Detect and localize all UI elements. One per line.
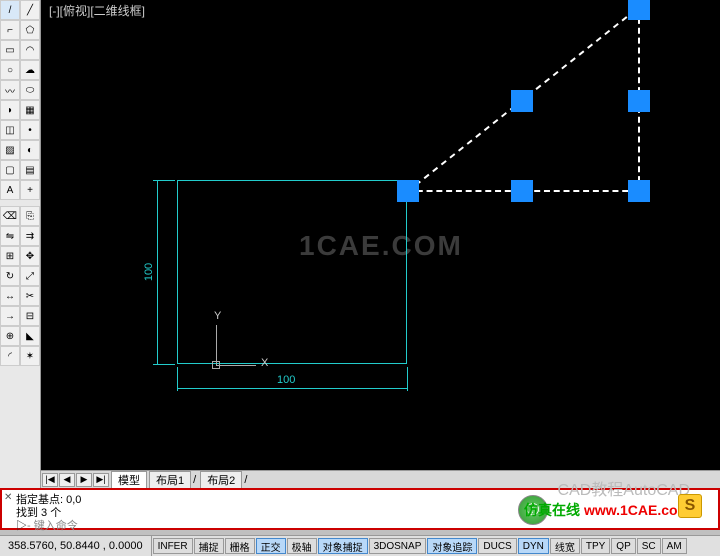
status-toggle-捕捉[interactable]: 捕捉 xyxy=(194,538,224,554)
tab-layout2[interactable]: 布局2 xyxy=(200,471,242,489)
dim-text-h[interactable]: 100 xyxy=(277,374,295,386)
dim-line-h[interactable] xyxy=(177,388,408,389)
spline-tool[interactable]: 〰 xyxy=(0,80,20,100)
grip-midpoint[interactable] xyxy=(511,180,533,202)
grip-vertex[interactable] xyxy=(628,180,650,202)
status-toggle-am[interactable]: AM xyxy=(662,538,687,554)
status-toggle-3dosnap[interactable]: 3DOSNAP xyxy=(369,538,427,554)
grip-vertex[interactable] xyxy=(397,180,419,202)
array-tool[interactable]: ⊞ xyxy=(0,246,20,266)
insert-tool[interactable]: ▦ xyxy=(20,100,40,120)
gradient-tool[interactable]: ◐ xyxy=(20,140,40,160)
tab-prev-icon[interactable]: ◀ xyxy=(59,473,75,487)
status-toggle-线宽[interactable]: 线宽 xyxy=(550,538,580,554)
ucs-y-label: Y xyxy=(214,310,221,322)
block-tool[interactable]: ◫ xyxy=(0,120,20,140)
mirror-tool[interactable]: ⇋ xyxy=(0,226,20,246)
tab-layout1[interactable]: 布局1 xyxy=(149,471,191,489)
status-bar: 358.5760, 50.8440 , 0.0000 INFER捕捉栅格正交极轴… xyxy=(0,535,720,556)
grip-midpoint[interactable] xyxy=(511,90,533,112)
layout-tab-bar: |◀ ◀ ▶ ▶| 模型 布局1 / 布局2 / xyxy=(41,470,720,488)
addselect-tool[interactable]: + xyxy=(20,180,40,200)
join-tool[interactable]: ⊕ xyxy=(0,326,20,346)
extend-tool[interactable]: → xyxy=(0,306,20,326)
hatch-tool[interactable]: ▨ xyxy=(0,140,20,160)
stretch-tool[interactable]: ↔ xyxy=(0,286,20,306)
grip-vertex[interactable] xyxy=(628,0,650,20)
status-toggle-栅格[interactable]: 栅格 xyxy=(225,538,255,554)
status-toggle-对象追踪[interactable]: 对象追踪 xyxy=(427,538,477,554)
dim-text-v[interactable]: 100 xyxy=(143,263,155,281)
explode-tool[interactable]: ✶ xyxy=(20,346,40,366)
tab-last-icon[interactable]: ▶| xyxy=(93,473,109,487)
status-toggle-sc[interactable]: SC xyxy=(637,538,661,554)
erase-tool[interactable]: ⌫ xyxy=(0,206,20,226)
rotate-tool[interactable]: ↻ xyxy=(0,266,20,286)
rectangle-entity[interactable] xyxy=(177,180,407,364)
region-tool[interactable]: ▢ xyxy=(0,160,20,180)
draw-toolbar: /╱ ⌐⬠ ▭◠ ○☁ 〰⬭ ◗▦ ◫• ▨◐ ▢▤ A+ ⌫⎘ ⇋⇉ ⊞✥ ↻… xyxy=(0,0,41,488)
ellipse-arc-tool[interactable]: ◗ xyxy=(0,100,20,120)
grip-midpoint[interactable] xyxy=(628,90,650,112)
status-toggle-qp[interactable]: QP xyxy=(611,538,635,554)
offset-tool[interactable]: ⇉ xyxy=(20,226,40,246)
table-tool[interactable]: ▤ xyxy=(20,160,40,180)
status-toggle-正交[interactable]: 正交 xyxy=(256,538,286,554)
ucs-x-label: X xyxy=(261,357,268,369)
xline-tool[interactable]: ╱ xyxy=(20,0,40,20)
polygon-tool[interactable]: ⬠ xyxy=(20,20,40,40)
tab-model[interactable]: 模型 xyxy=(111,471,147,489)
ellipse-tool[interactable]: ⬭ xyxy=(20,80,40,100)
trim-tool[interactable]: ✂ xyxy=(20,286,40,306)
viewport-label[interactable]: [-][俯视][二维线框] xyxy=(49,2,145,19)
status-toggle-ducs[interactable]: DUCS xyxy=(478,538,516,554)
break-tool[interactable]: ⊟ xyxy=(20,306,40,326)
dim-ext xyxy=(153,364,175,365)
status-toggle-dyn[interactable]: DYN xyxy=(518,538,549,554)
mtext-tool[interactable]: A xyxy=(0,180,20,200)
circle-tool[interactable]: ○ xyxy=(0,60,20,80)
command-line-panel: ✕ 指定基点: 0,0 找到 3 个 ▷- 键入命令 xyxy=(0,488,720,530)
tab-first-icon[interactable]: |◀ xyxy=(42,473,58,487)
move-tool[interactable]: ✥ xyxy=(20,246,40,266)
arc-tool[interactable]: ◠ xyxy=(20,40,40,60)
command-input[interactable]: ▷- 键入命令 xyxy=(16,517,78,533)
status-toggle-infer[interactable]: INFER xyxy=(153,538,193,554)
scale-tool[interactable]: ⤢ xyxy=(20,266,40,286)
chamfer-tool[interactable]: ◣ xyxy=(20,326,40,346)
revcloud-tool[interactable]: ☁ xyxy=(20,60,40,80)
line-tool[interactable]: / xyxy=(0,0,20,20)
copy-tool[interactable]: ⎘ xyxy=(20,206,40,226)
rectangle-tool[interactable]: ▭ xyxy=(0,40,20,60)
status-toggle-对象捕捉[interactable]: 对象捕捉 xyxy=(318,538,368,554)
dim-line-v[interactable] xyxy=(157,180,158,364)
coordinate-display[interactable]: 358.5760, 50.8440 , 0.0000 xyxy=(0,536,152,556)
polyline-tool[interactable]: ⌐ xyxy=(0,20,20,40)
point-tool[interactable]: • xyxy=(20,120,40,140)
tab-next-icon[interactable]: ▶ xyxy=(76,473,92,487)
status-toggle-tpy[interactable]: TPY xyxy=(581,538,610,554)
close-icon[interactable]: ✕ xyxy=(4,492,12,503)
model-viewport[interactable]: [-][俯视][二维线框] 1CAE.COM 100 100 Y X xyxy=(41,0,720,470)
status-toggle-极轴[interactable]: 极轴 xyxy=(287,538,317,554)
fillet-tool[interactable]: ◜ xyxy=(0,346,20,366)
